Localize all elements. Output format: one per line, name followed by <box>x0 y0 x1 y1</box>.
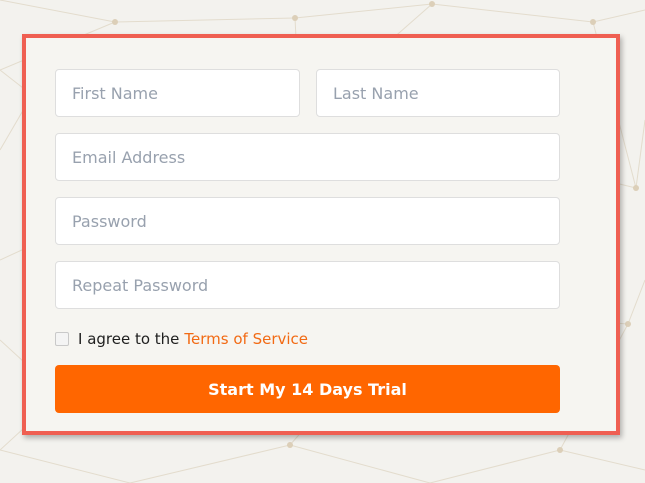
last-name-input[interactable] <box>316 69 560 117</box>
email-input[interactable] <box>55 133 560 181</box>
first-name-input[interactable] <box>55 69 300 117</box>
terms-row: I agree to the Terms of Service <box>55 329 308 349</box>
password-input[interactable] <box>55 197 560 245</box>
terms-label: I agree to the <box>78 330 180 348</box>
terms-of-service-link[interactable]: Terms of Service <box>184 330 308 348</box>
repeat-password-input[interactable] <box>55 261 560 309</box>
terms-checkbox[interactable] <box>55 332 69 346</box>
start-trial-button[interactable]: Start My 14 Days Trial <box>55 365 560 413</box>
signup-form: I agree to the Terms of Service Start My… <box>22 34 620 435</box>
